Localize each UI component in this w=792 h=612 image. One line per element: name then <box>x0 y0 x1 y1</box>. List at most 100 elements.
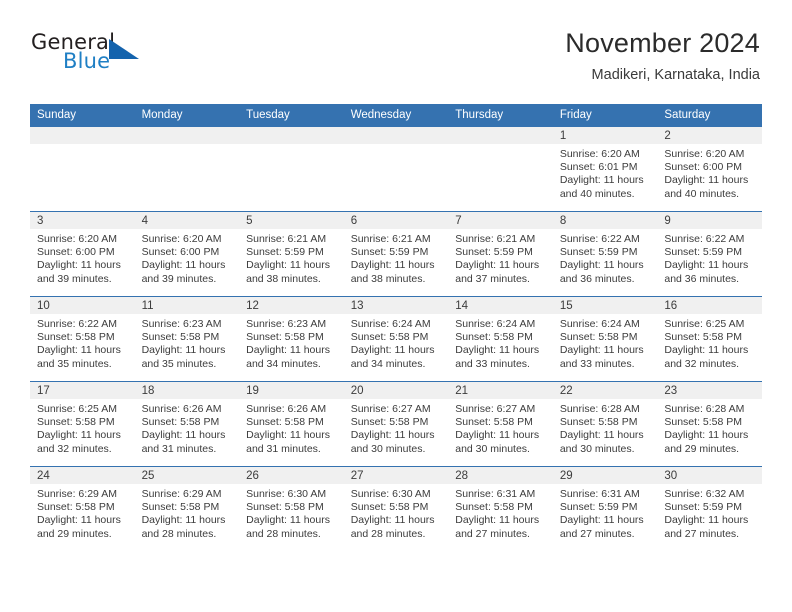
calendar-day-cell[interactable]: 2 Sunrise: 6:20 AM Sunset: 6:00 PM Daylight… <box>657 126 762 212</box>
sunrise-text: Sunrise: 6:21 AM <box>455 233 536 245</box>
sunset-text: Sunset: 5:58 PM <box>141 416 220 429</box>
day-number-band: 27 <box>343 467 449 484</box>
sunrise-text: Sunrise: 6:20 AM <box>559 148 640 160</box>
weekday-header-wednesday: Wednesday <box>343 104 449 127</box>
day-number-band: 3 <box>30 212 135 229</box>
day-number-band <box>30 127 135 144</box>
sunrise-text: Sunrise: 6:31 AM <box>559 488 640 500</box>
day-number-band: 9 <box>657 212 762 229</box>
calendar-day-cell[interactable]: 3 Sunrise: 6:20 AM Sunset: 6:00 PM Daylight… <box>30 211 135 297</box>
daylight-text: Daylight: 11 hours and 40 minutes. <box>664 174 749 200</box>
day-cell-details: Sunrise: 6:23 AM Sunset: 5:58 PM Daylight:… <box>135 314 240 371</box>
calendar-day-cell[interactable]: 8 Sunrise: 6:22 AM Sunset: 5:59 PM Daylight… <box>552 211 658 297</box>
calendar-day-cell[interactable]: 30 Sunrise: 6:32 AM Sunset: 5:59 PM Dayligh… <box>657 466 762 551</box>
calendar-day-cell[interactable]: 5 Sunrise: 6:21 AM Sunset: 5:59 PM Daylight… <box>239 211 344 297</box>
day-number: 23 <box>664 385 678 397</box>
daylight-text: Daylight: 11 hours and 36 minutes. <box>664 259 749 285</box>
day-cell-details: Sunrise: 6:21 AM Sunset: 5:59 PM Daylight:… <box>344 229 449 286</box>
day-number: 18 <box>141 385 155 397</box>
weekday-header-monday: Monday <box>134 104 240 127</box>
daylight-text: Daylight: 11 hours and 31 minutes. <box>246 429 330 455</box>
general-blue-logo[interactable]: General Blue <box>30 30 250 86</box>
sunset-text: Sunset: 5:59 PM <box>664 246 743 259</box>
daylight-text: Daylight: 11 hours and 30 minutes. <box>559 429 644 455</box>
day-number: 29 <box>559 470 573 482</box>
calendar-day-cell[interactable]: 20 Sunrise: 6:27 AM Sunset: 5:58 PM Dayligh… <box>343 381 449 467</box>
day-number-band: 17 <box>30 382 135 399</box>
weekday-header-sunday: Sunday <box>30 104 135 127</box>
calendar-day-cell[interactable]: 18 Sunrise: 6:26 AM Sunset: 5:58 PM Dayligh… <box>134 381 240 467</box>
calendar-day-cell[interactable]: 1 Sunrise: 6:20 AM Sunset: 6:01 PM Daylight… <box>552 126 658 212</box>
calendar-day-cell[interactable]: 22 Sunrise: 6:28 AM Sunset: 5:58 PM Dayligh… <box>552 381 658 467</box>
day-number: 17 <box>37 385 50 397</box>
page-subtitle: Madikeri, Karnataka, India <box>591 67 760 83</box>
calendar-day-cell[interactable]: 11 Sunrise: 6:23 AM Sunset: 5:58 PM Dayligh… <box>134 296 240 382</box>
calendar-day-cell[interactable]: 23 Sunrise: 6:28 AM Sunset: 5:58 PM Dayligh… <box>657 381 762 467</box>
sunrise-text: Sunrise: 6:23 AM <box>141 318 222 330</box>
sunrise-text: Sunrise: 6:32 AM <box>664 488 745 500</box>
calendar-day-cell-empty <box>343 126 449 212</box>
calendar-day-cell[interactable]: 6 Sunrise: 6:21 AM Sunset: 5:59 PM Daylight… <box>343 211 449 297</box>
calendar-day-cell[interactable]: 10 Sunrise: 6:22 AM Sunset: 5:58 PM Dayligh… <box>30 296 135 382</box>
calendar-day-cell[interactable]: 13 Sunrise: 6:24 AM Sunset: 5:58 PM Dayligh… <box>343 296 449 382</box>
calendar-day-cell[interactable]: 16 Sunrise: 6:25 AM Sunset: 5:58 PM Dayligh… <box>657 296 762 382</box>
calendar-day-cell[interactable]: 15 Sunrise: 6:24 AM Sunset: 5:58 PM Dayligh… <box>552 296 658 382</box>
sunset-text: Sunset: 5:59 PM <box>664 501 743 514</box>
calendar-day-cell[interactable]: 9 Sunrise: 6:22 AM Sunset: 5:59 PM Daylight… <box>657 211 762 297</box>
day-number-band: 1 <box>552 127 658 144</box>
calendar-day-cell[interactable]: 12 Sunrise: 6:23 AM Sunset: 5:58 PM Dayligh… <box>239 296 344 382</box>
daylight-text: Daylight: 11 hours and 36 minutes. <box>559 259 644 285</box>
sunrise-text: Sunrise: 6:29 AM <box>37 488 117 500</box>
day-cell-details: Sunrise: 6:27 AM Sunset: 5:58 PM Daylight:… <box>344 399 449 456</box>
calendar-day-cell[interactable]: 14 Sunrise: 6:24 AM Sunset: 5:58 PM Dayligh… <box>448 296 553 382</box>
day-number-band: 13 <box>343 297 449 314</box>
calendar-day-cell-empty <box>239 126 344 212</box>
day-cell-details: Sunrise: 6:20 AM Sunset: 6:01 PM Daylight:… <box>553 144 658 201</box>
calendar-day-cell[interactable]: 19 Sunrise: 6:26 AM Sunset: 5:58 PM Dayligh… <box>239 381 344 467</box>
sunrise-text: Sunrise: 6:21 AM <box>350 233 431 245</box>
calendar-day-cell-empty <box>30 126 135 212</box>
day-number-band: 14 <box>448 297 553 314</box>
calendar-page: General Blue November 2024 Madikeri, Kar… <box>0 0 792 612</box>
day-number: 26 <box>246 470 259 482</box>
sunrise-text: Sunrise: 6:23 AM <box>246 318 327 330</box>
day-cell-details: Sunrise: 6:25 AM Sunset: 5:58 PM Daylight:… <box>657 314 762 371</box>
day-cell-details: Sunrise: 6:27 AM Sunset: 5:58 PM Daylight:… <box>448 399 553 456</box>
calendar-day-cell[interactable]: 29 Sunrise: 6:31 AM Sunset: 5:59 PM Dayligh… <box>552 466 658 551</box>
sunset-text: Sunset: 5:58 PM <box>37 416 115 429</box>
sunset-text: Sunset: 5:59 PM <box>350 246 429 259</box>
day-number-band: 25 <box>134 467 240 484</box>
sunset-text: Sunset: 5:58 PM <box>37 331 115 344</box>
daylight-text: Daylight: 11 hours and 39 minutes. <box>141 259 226 285</box>
calendar-day-cell[interactable]: 17 Sunrise: 6:25 AM Sunset: 5:58 PM Dayligh… <box>30 381 135 467</box>
sunrise-text: Sunrise: 6:26 AM <box>246 403 327 415</box>
calendar-day-cell[interactable]: 24 Sunrise: 6:29 AM Sunset: 5:58 PM Dayligh… <box>30 466 135 551</box>
day-cell-details: Sunrise: 6:23 AM Sunset: 5:58 PM Daylight:… <box>239 314 344 371</box>
calendar-week-row: 1 Sunrise: 6:20 AM Sunset: 6:01 PM Daylight… <box>30 126 762 212</box>
day-number-band: 12 <box>239 297 344 314</box>
day-cell-details: Sunrise: 6:31 AM Sunset: 5:59 PM Daylight:… <box>553 484 658 541</box>
sunrise-text: Sunrise: 6:30 AM <box>350 488 431 500</box>
day-cell-details: Sunrise: 6:31 AM Sunset: 5:58 PM Daylight:… <box>448 484 553 541</box>
daylight-text: Daylight: 11 hours and 30 minutes. <box>455 429 540 455</box>
day-number: 30 <box>664 470 678 482</box>
calendar-day-cell[interactable]: 21 Sunrise: 6:27 AM Sunset: 5:58 PM Dayligh… <box>448 381 553 467</box>
day-cell-details: Sunrise: 6:28 AM Sunset: 5:58 PM Daylight:… <box>553 399 658 456</box>
calendar-day-cell[interactable]: 4 Sunrise: 6:20 AM Sunset: 6:00 PM Daylight… <box>134 211 240 297</box>
calendar-day-cell[interactable]: 26 Sunrise: 6:30 AM Sunset: 5:58 PM Dayligh… <box>239 466 344 551</box>
sunset-text: Sunset: 5:58 PM <box>246 331 324 344</box>
sunset-text: Sunset: 5:58 PM <box>350 501 429 514</box>
day-number: 2 <box>664 130 671 142</box>
calendar-day-cell-empty <box>134 126 240 212</box>
calendar-day-cell[interactable]: 27 Sunrise: 6:30 AM Sunset: 5:58 PM Dayligh… <box>343 466 449 551</box>
day-number: 4 <box>141 215 148 227</box>
sunrise-text: Sunrise: 6:22 AM <box>37 318 117 330</box>
calendar-day-cell[interactable]: 25 Sunrise: 6:29 AM Sunset: 5:58 PM Dayligh… <box>134 466 240 551</box>
calendar-day-cell[interactable]: 7 Sunrise: 6:21 AM Sunset: 5:59 PM Daylight… <box>448 211 553 297</box>
month-calendar: Sunday Monday Tuesday Wednesday Thursday… <box>30 104 762 551</box>
daylight-text: Daylight: 11 hours and 27 minutes. <box>559 514 644 540</box>
day-number-band: 23 <box>657 382 762 399</box>
sunset-text: Sunset: 5:59 PM <box>246 246 324 259</box>
daylight-text: Daylight: 11 hours and 35 minutes. <box>141 344 226 370</box>
calendar-day-cell[interactable]: 28 Sunrise: 6:31 AM Sunset: 5:58 PM Dayligh… <box>448 466 553 551</box>
